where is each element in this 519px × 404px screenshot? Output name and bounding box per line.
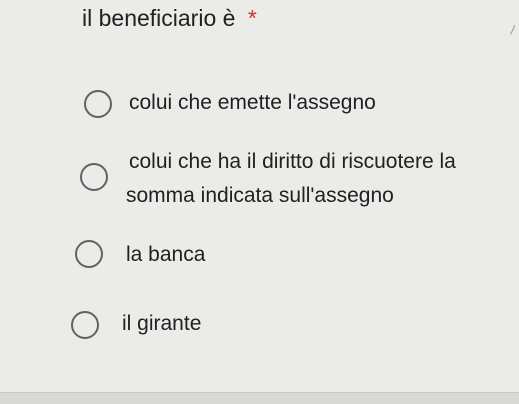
radio-button-option-3[interactable] [75, 240, 103, 268]
question-text: il beneficiario è [82, 5, 236, 31]
option-2-label-line-1: colui che ha il diritto di riscuotere la [129, 150, 456, 173]
option-2-label-line-2: somma indicata sull'assegno [126, 184, 394, 207]
corner-mark [510, 24, 519, 38]
option-4-label: il girante [122, 312, 202, 335]
radio-button-option-4[interactable] [71, 311, 99, 339]
question-title: il beneficiario è * [82, 5, 257, 32]
required-asterisk: * [247, 5, 257, 31]
option-1-label: colui che emette l'assegno [129, 91, 376, 114]
radio-button-option-1[interactable] [84, 90, 112, 118]
question-card: il beneficiario è * colui che emette l'a… [0, 0, 519, 393]
radio-button-option-2[interactable] [80, 163, 108, 191]
option-3-label: la banca [126, 243, 206, 266]
